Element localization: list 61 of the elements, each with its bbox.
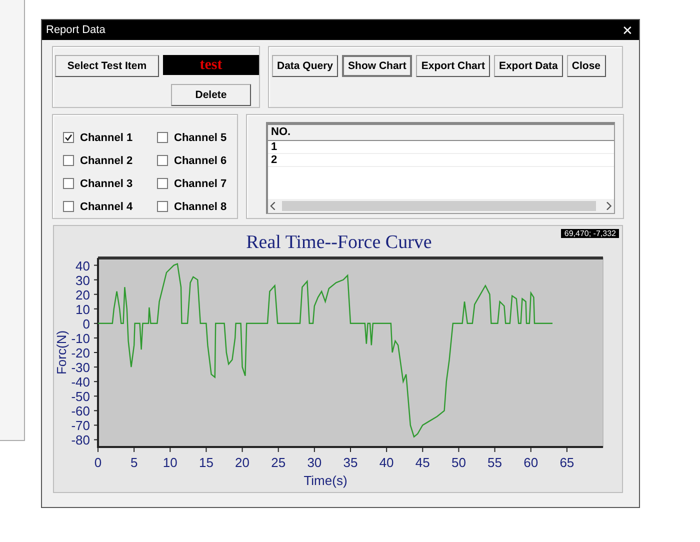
- select-test-item-button[interactable]: Select Test Item: [55, 55, 159, 77]
- x-tick-label: 5: [130, 455, 138, 470]
- column-header[interactable]: NO.: [268, 125, 614, 141]
- checkbox-label: Channel 8: [174, 200, 227, 212]
- x-tick-label: 35: [343, 455, 358, 470]
- toolbar-button[interactable]: Show Chart: [342, 55, 412, 77]
- window-title: Report Data: [46, 24, 106, 36]
- y-tick-label: -20: [71, 346, 90, 360]
- checkbox-label: Channel 1: [80, 132, 133, 144]
- checkbox-label: Channel 2: [80, 154, 133, 166]
- checkbox[interactable]: [157, 178, 168, 189]
- x-tick-label: 20: [235, 455, 250, 470]
- x-tick-label: 15: [198, 455, 214, 470]
- checkbox[interactable]: [63, 201, 74, 212]
- x-axis-label: Time(s): [304, 473, 348, 488]
- x-tick-label: 0: [94, 455, 102, 470]
- toolbar-button[interactable]: Close: [566, 55, 606, 77]
- y-tick-label: 30: [76, 272, 90, 288]
- checkbox[interactable]: [63, 178, 74, 189]
- checkbox[interactable]: [63, 155, 74, 166]
- cursor-readout: 69,470; -7,332: [561, 229, 619, 238]
- checkbox[interactable]: [63, 132, 74, 143]
- list-item[interactable]: 1: [268, 141, 614, 154]
- checkbox-label: Channel 5: [174, 132, 227, 144]
- y-tick-label: -30: [71, 360, 90, 376]
- y-tick-label: 40: [76, 258, 90, 274]
- y-tick-label: -60: [71, 404, 90, 419]
- y-tick-label: -50: [71, 389, 90, 404]
- y-tick-label: -40: [71, 374, 90, 390]
- x-tick-label: 30: [307, 455, 322, 470]
- checkbox[interactable]: [157, 155, 168, 166]
- x-tick-label: 40: [379, 455, 394, 470]
- y-tick-label: -70: [71, 418, 90, 434]
- checkbox-label: Channel 7: [174, 178, 227, 190]
- y-axis-label: Forc(N): [54, 330, 69, 375]
- delete-button[interactable]: Delete: [171, 84, 251, 106]
- x-tick-label: 65: [560, 455, 574, 470]
- checkbox[interactable]: [157, 132, 168, 143]
- x-tick-label: 45: [415, 455, 430, 470]
- x-tick-label: 55: [488, 455, 502, 470]
- chart-title: Real Time--Force Curve: [246, 232, 432, 253]
- y-tick-label: 0: [82, 316, 90, 332]
- x-tick-label: 10: [162, 455, 178, 470]
- x-tick-label: 60: [524, 455, 538, 470]
- horizontal-scrollbar[interactable]: [268, 199, 614, 213]
- y-tick-label: 20: [76, 287, 90, 302]
- y-tick-label: -80: [71, 432, 90, 448]
- checkbox-label: Channel 4: [80, 200, 133, 212]
- y-tick-label: 10: [76, 302, 90, 317]
- checkbox[interactable]: [157, 201, 168, 212]
- checkbox-label: Channel 6: [174, 154, 227, 166]
- list-item[interactable]: 2: [268, 154, 614, 167]
- x-tick-label: 25: [271, 455, 286, 470]
- y-tick-label: -10: [71, 330, 90, 346]
- toolbar-button[interactable]: Export Data: [494, 55, 563, 77]
- x-tick-label: 50: [451, 455, 466, 470]
- checkbox-label: Channel 3: [80, 178, 133, 190]
- close-button[interactable]: ✕: [622, 22, 633, 38]
- test-name-display: test: [163, 55, 259, 75]
- toolbar-button[interactable]: Export Chart: [416, 55, 490, 77]
- toolbar-button[interactable]: Data Query: [272, 55, 338, 77]
